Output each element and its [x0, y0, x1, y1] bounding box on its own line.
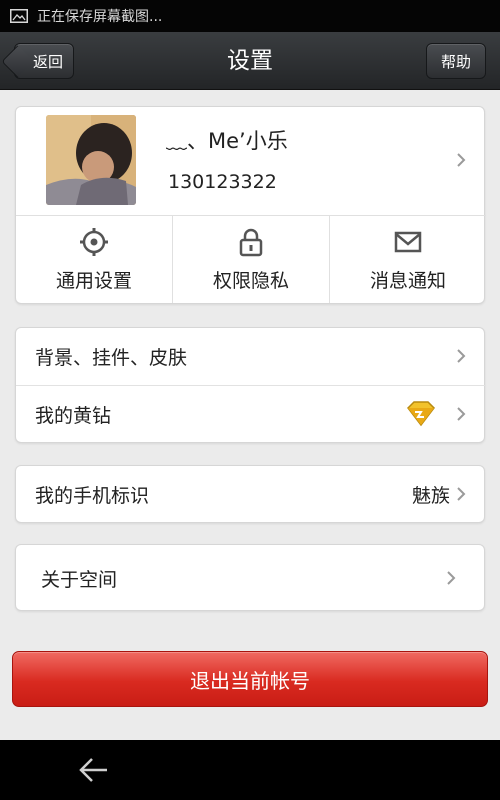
- list-item-background-skin[interactable]: 背景、挂件、皮肤: [16, 328, 486, 385]
- shortcut-label: 通用设置: [55, 270, 132, 292]
- chevron-right-icon: [457, 407, 466, 421]
- about-group: 关于空间: [15, 544, 485, 611]
- status-bar: 正在保存屏幕截图...: [0, 0, 500, 32]
- row-label: 我的手机标识: [35, 485, 150, 507]
- back-button-label: 返回: [32, 52, 63, 71]
- row-label: 关于空间: [41, 569, 118, 591]
- chevron-right-icon: [457, 153, 466, 167]
- list-item-yellow-diamond[interactable]: 我的黄钻: [16, 386, 486, 443]
- chevron-right-icon: [457, 349, 466, 363]
- row-label: 背景、挂件、皮肤: [35, 347, 188, 369]
- avatar-image: [46, 115, 136, 205]
- shortcut-label: 消息通知: [369, 270, 446, 292]
- qq-number: 130123322: [168, 171, 277, 193]
- envelope-icon: [394, 231, 422, 253]
- yellow-diamond-icon: [407, 401, 435, 427]
- list-item-phone-tag[interactable]: 我的手机标识 魅族: [16, 466, 486, 523]
- logout-button[interactable]: 退出当前帐号: [12, 651, 488, 707]
- back-button[interactable]: 返回: [14, 43, 74, 79]
- gear-icon: [80, 228, 108, 256]
- row-label: 我的黄钻: [35, 405, 112, 427]
- avatar[interactable]: [46, 115, 136, 205]
- chevron-right-icon: [447, 571, 456, 585]
- nickname: ﹏、Me’小乐: [166, 129, 288, 153]
- screenshot-icon: [10, 9, 28, 23]
- shortcut-general-settings[interactable]: 通用设置: [16, 216, 172, 303]
- shortcut-label: 权限隐私: [212, 270, 289, 292]
- status-text: 正在保存屏幕截图...: [37, 9, 163, 25]
- logout-button-label: 退出当前帐号: [190, 668, 310, 693]
- help-button-label: 帮助: [440, 52, 471, 71]
- phone-tag-value: 魅族: [411, 485, 450, 507]
- appearance-group: 背景、挂件、皮肤 我的黄钻: [15, 327, 486, 443]
- back-arrow-icon[interactable]: [78, 756, 110, 784]
- help-button[interactable]: 帮助: [426, 43, 486, 79]
- chevron-right-icon: [457, 487, 466, 501]
- shortcut-privacy[interactable]: 权限隐私: [173, 216, 329, 303]
- shortcut-notifications[interactable]: 消息通知: [330, 216, 486, 303]
- page-title: 设置: [227, 48, 273, 74]
- phone-tag-group: 我的手机标识 魅族: [15, 465, 485, 523]
- app-header: 设置 返回 帮助: [0, 32, 500, 90]
- list-item-about[interactable]: 关于空间: [16, 550, 486, 607]
- lock-icon: [239, 228, 263, 257]
- profile-row[interactable]: ﹏、Me’小乐 130123322: [16, 107, 486, 216]
- profile-card: ﹏、Me’小乐 130123322 通用设置 权限隐私 消息通知: [15, 106, 486, 304]
- system-nav-bar: [0, 740, 500, 800]
